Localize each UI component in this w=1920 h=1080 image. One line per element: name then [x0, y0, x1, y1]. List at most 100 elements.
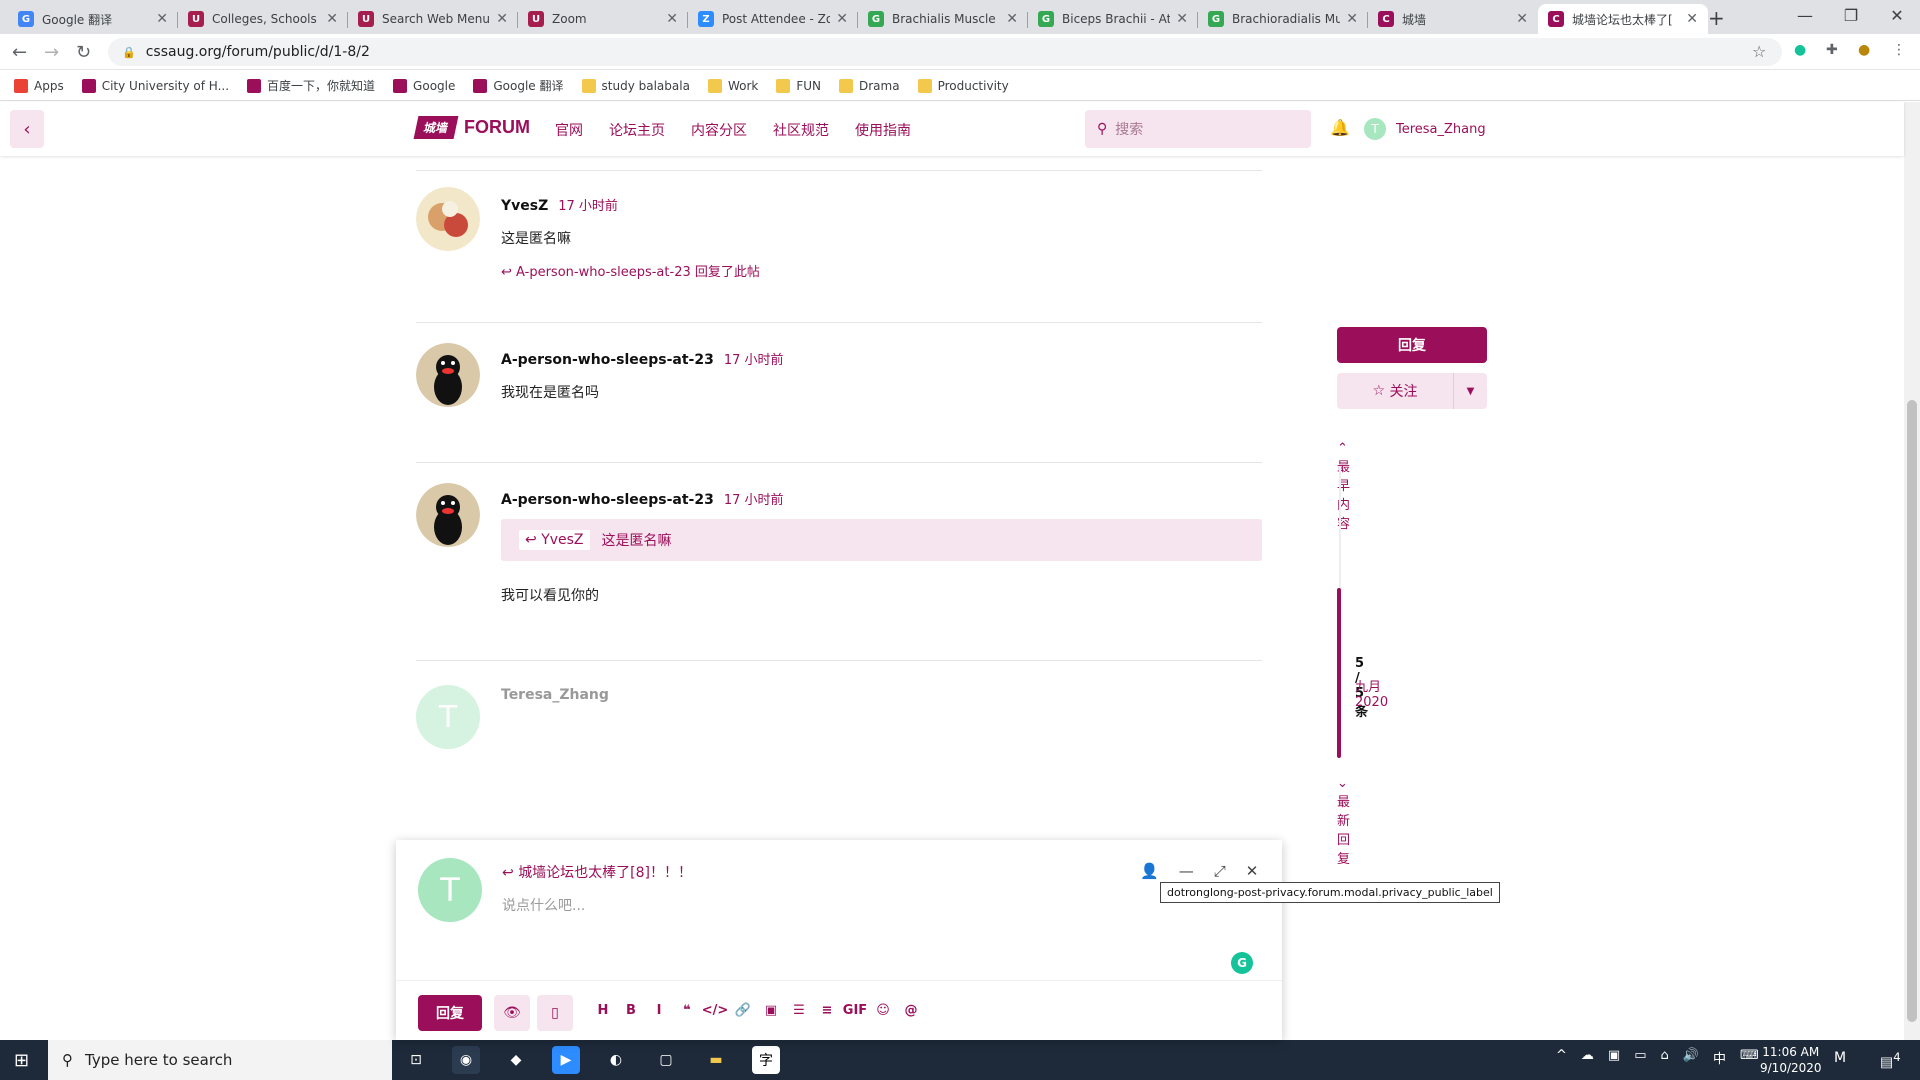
search-input[interactable]: ⚲ 搜索 [1085, 110, 1311, 148]
keyboard-icon[interactable]: ⌨ [1740, 1048, 1759, 1067]
site-logo[interactable]: 城墙 FORUM [413, 116, 530, 139]
quote-icon[interactable]: ❝ [673, 1003, 701, 1018]
avatar[interactable] [416, 483, 480, 547]
zoom-icon[interactable]: ▶ [552, 1046, 580, 1074]
submit-reply-button[interactable]: 回复 [418, 995, 482, 1031]
bookmark-item[interactable]: Drama [839, 78, 900, 93]
close-window-icon[interactable]: ✕ [1874, 0, 1920, 30]
bookmark-item[interactable]: Productivity [917, 78, 1009, 93]
grammarly-icon[interactable]: G [1231, 952, 1253, 974]
browser-tab[interactable]: G Google 翻译 ✕ [8, 4, 178, 34]
browser-tab[interactable]: Z Post Attendee - Zoo ✕ [688, 4, 858, 34]
app-icon[interactable]: ◆ [502, 1046, 530, 1074]
italic-icon[interactable]: I [645, 1003, 673, 1018]
browser-tab[interactable]: U Zoom ✕ [518, 4, 688, 34]
quoted-post[interactable]: ↩ YvesZ 这是匿名嘛 [501, 519, 1262, 561]
notification-icon[interactable]: ▤4 [1880, 1050, 1901, 1071]
bookmark-item[interactable]: study balabala [581, 78, 690, 93]
replied-by-link[interactable]: ↩ A-person-who-sleeps-at-23 回复了此帖 [501, 261, 760, 280]
avatar[interactable] [416, 343, 480, 407]
user-menu[interactable]: T Teresa_Zhang [1364, 118, 1486, 140]
post-time[interactable]: 17 小时前 [724, 353, 784, 368]
close-composer-icon[interactable]: ✕ [1246, 862, 1259, 880]
clock[interactable]: 11:06 AM 9/10/2020 [1760, 1044, 1822, 1076]
menu-icon[interactable]: ⋮ [1892, 42, 1906, 58]
nav-item-rules[interactable]: 社区规范 [773, 120, 829, 140]
windows-start-icon[interactable]: ⊞ [14, 1050, 29, 1071]
browser-tab[interactable]: C 城墙 ✕ [1368, 4, 1538, 34]
post-author[interactable]: A-person-who-sleeps-at-23 17 小时前 [501, 489, 784, 508]
address-bar[interactable]: 🔒 cssaug.org/forum/public/d/1-8/2 [108, 38, 1782, 66]
new-tab-button[interactable]: + [1708, 6, 1725, 30]
scroll-to-latest[interactable]: ⌄最新回复 [1337, 776, 1350, 867]
page-scrollbar[interactable] [1904, 102, 1920, 1040]
browser-tab[interactable]: U Colleges, Schools and ✕ [178, 4, 348, 34]
browser-tab[interactable]: U Search Web Menu o ✕ [348, 4, 518, 34]
avatar[interactable] [416, 187, 480, 251]
forward-icon[interactable]: → [44, 42, 59, 63]
privacy-user-icon[interactable]: 👤 [1140, 862, 1159, 880]
bookmark-item[interactable]: Google 翻译 [473, 77, 564, 94]
chevron-up-icon[interactable]: ^ [1556, 1048, 1567, 1067]
browser-tab[interactable]: G Brachialis Muscle ✕ [858, 4, 1028, 34]
close-tab-icon[interactable]: ✕ [326, 11, 338, 27]
browser-tab[interactable]: G Brachioradialis Mus ✕ [1198, 4, 1368, 34]
close-tab-icon[interactable]: ✕ [836, 11, 848, 27]
post-time[interactable]: 17 小时前 [724, 493, 784, 508]
scrollbar-thumb[interactable] [1907, 400, 1917, 1022]
bullet-list-icon[interactable]: ☰ [785, 1003, 813, 1018]
minimize-icon[interactable]: — [1782, 0, 1828, 30]
close-tab-icon[interactable]: ✕ [496, 11, 508, 27]
browser-tab[interactable]: C 城墙论坛也太棒了[✕ [1538, 4, 1708, 34]
nav-item-sections[interactable]: 内容分区 [691, 120, 747, 140]
dictionary-app-icon[interactable]: 字 [752, 1046, 780, 1074]
grammarly-extension-icon[interactable]: ● [1794, 42, 1806, 58]
image-icon[interactable]: ▣ [757, 1003, 785, 1018]
profile-icon[interactable]: ● [1858, 42, 1870, 58]
battery-icon[interactable]: ▭ [1634, 1048, 1646, 1067]
bold-icon[interactable]: B [617, 1003, 645, 1018]
nav-item-official[interactable]: 官网 [555, 120, 583, 140]
bookmark-item[interactable]: City University of H... [81, 78, 229, 93]
gif-icon[interactable]: GIF [841, 1003, 869, 1018]
close-tab-icon[interactable]: ✕ [1516, 11, 1528, 27]
nav-item-guide[interactable]: 使用指南 [855, 120, 911, 140]
restore-icon[interactable]: ❐ [1828, 0, 1874, 30]
bookmark-item[interactable]: Google [393, 78, 455, 93]
back-button[interactable]: ‹ [10, 110, 44, 148]
meet-now-icon[interactable]: M [1834, 1050, 1846, 1066]
bookmark-star-icon[interactable]: ☆ [1752, 42, 1766, 61]
link-icon[interactable]: 🔗 [729, 1003, 757, 1018]
nav-item-home[interactable]: 论坛主页 [609, 120, 665, 140]
fullscreen-icon[interactable]: ⤢ [1214, 862, 1226, 880]
follow-button[interactable]: ☆ 关注 [1337, 373, 1453, 409]
preview-eye-icon[interactable]: 👁 [494, 995, 530, 1031]
bell-icon[interactable]: 🔔 [1330, 118, 1350, 137]
paint-icon[interactable]: ◐ [602, 1046, 630, 1074]
code-icon[interactable]: </> [701, 1003, 729, 1018]
file-explorer-icon[interactable]: ▬ [702, 1046, 730, 1074]
close-tab-icon[interactable]: ✕ [1006, 11, 1018, 27]
post-author[interactable]: YvesZ 17 小时前 [501, 195, 618, 214]
back-icon[interactable]: ← [12, 42, 27, 63]
bookmark-item[interactable]: 百度一下，你就知道 [247, 77, 375, 94]
numbered-list-icon[interactable]: ≡ [813, 1003, 841, 1018]
bookmark-item[interactable]: Work [707, 78, 758, 93]
reload-icon[interactable]: ↻ [76, 42, 91, 63]
post-time[interactable]: 17 小时前 [558, 199, 618, 214]
task-view-icon[interactable]: ⊡ [402, 1046, 430, 1074]
close-tab-icon[interactable]: ✕ [1686, 11, 1698, 27]
upload-file-icon[interactable]: ▯ [537, 995, 573, 1031]
ime-indicator[interactable]: 中 [1713, 1048, 1726, 1067]
composer-textarea[interactable]: 说点什么吧... [502, 895, 585, 915]
network-icon[interactable]: ⌂ [1661, 1048, 1669, 1067]
chrome-icon[interactable]: ◉ [452, 1046, 480, 1074]
close-tab-icon[interactable]: ✕ [156, 11, 168, 27]
bookmark-item[interactable]: Apps [14, 78, 64, 93]
minimize-composer-icon[interactable]: — [1179, 862, 1194, 880]
onedrive-icon[interactable]: ☁ [1581, 1048, 1594, 1067]
close-tab-icon[interactable]: ✕ [666, 11, 678, 27]
close-tab-icon[interactable]: ✕ [1346, 11, 1358, 27]
heading-icon[interactable]: H [589, 1003, 617, 1018]
scrubber-handle[interactable] [1337, 588, 1341, 758]
